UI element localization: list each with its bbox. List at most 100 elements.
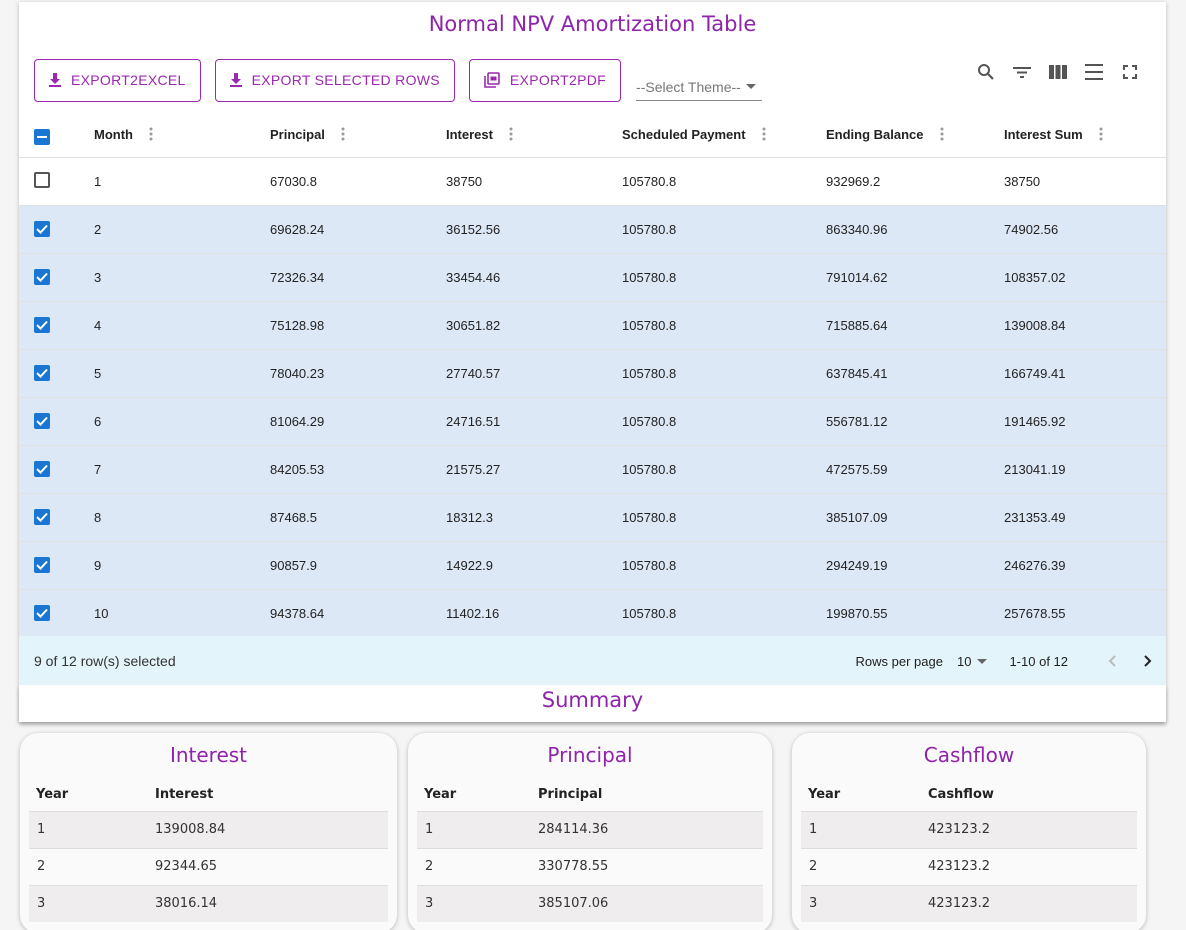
summary-cell: 2: [417, 847, 538, 885]
column-header-ending-balance[interactable]: Ending Balance: [826, 115, 1004, 158]
table-row[interactable]: 9 90857.9 14922.9 105780.8 294249.19 246276.3…: [19, 541, 1166, 590]
row-checkbox-cell[interactable]: [19, 253, 94, 302]
export-pdf-button[interactable]: EXPORT2PDF: [468, 58, 622, 102]
table-cell: 294249.19: [826, 541, 1004, 590]
summary-cell: 3: [801, 884, 928, 922]
row-checkbox-cell[interactable]: [19, 493, 94, 542]
export-excel-button[interactable]: EXPORT2EXCEL: [34, 58, 201, 102]
row-checkbox[interactable]: [34, 171, 50, 188]
table-cell: 36152.56: [446, 205, 622, 254]
row-checkbox-cell[interactable]: [19, 157, 94, 206]
summary-header-row: Year Cashflow: [801, 773, 1137, 811]
summary-cell: 423123.2: [928, 847, 1137, 885]
summary-cell: 3: [417, 884, 538, 922]
row-checkbox[interactable]: [34, 461, 50, 477]
rows-per-page-select[interactable]: 10: [956, 653, 988, 669]
row-checkbox-cell[interactable]: [19, 349, 94, 398]
summary-header-year: Year: [808, 787, 841, 803]
row-checkbox-cell[interactable]: [19, 589, 94, 638]
row-checkbox-cell[interactable]: [19, 445, 94, 494]
table-cell: 863340.96: [826, 205, 1004, 254]
table-cell: 166749.41: [1004, 349, 1166, 398]
select-all-checkbox-cell[interactable]: [19, 115, 94, 158]
density-icon[interactable]: [1076, 60, 1112, 84]
table-row[interactable]: 4 75128.98 30651.82 105780.8 715885.64 139008…: [19, 301, 1166, 350]
column-header-scheduled-payment[interactable]: Scheduled Payment: [622, 115, 826, 158]
column-header-interest[interactable]: Interest: [446, 115, 622, 158]
table-cell: 105780.8: [622, 349, 826, 398]
chevron-left-icon: [1108, 655, 1116, 667]
search-icon[interactable]: [968, 60, 1004, 84]
row-checkbox-cell[interactable]: [19, 301, 94, 350]
row-checkbox[interactable]: [34, 317, 50, 333]
column-header-interest-sum[interactable]: Interest Sum: [1004, 115, 1166, 158]
column-menu-icon[interactable]: [940, 127, 944, 144]
export-excel-label: EXPORT2EXCEL: [71, 72, 186, 88]
table-cell: 556781.12: [826, 397, 1004, 446]
summary-card-title: Interest: [169, 743, 248, 767]
table-row[interactable]: 6 81064.29 24716.51 105780.8 556781.12 191465…: [19, 397, 1166, 446]
column-menu-icon[interactable]: [341, 127, 345, 144]
table-cell: 24716.51: [446, 397, 622, 446]
table-cell: 87468.5: [270, 493, 446, 542]
table-row[interactable]: 8 87468.5 18312.3 105780.8 385107.09 231353.4…: [19, 493, 1166, 542]
row-checkbox[interactable]: [34, 605, 50, 621]
table-cell: 14922.9: [446, 541, 622, 590]
summary-table: Year Principal 1 284114.36 2 330778.55 3 38…: [417, 773, 763, 922]
column-menu-icon[interactable]: [509, 127, 513, 144]
table-row[interactable]: 1 67030.8 38750 105780.8 932969.2 38750: [19, 157, 1166, 206]
theme-select[interactable]: --Select Theme--: [636, 73, 763, 101]
row-checkbox[interactable]: [34, 509, 50, 525]
column-menu-icon[interactable]: [762, 127, 766, 144]
previous-page-button[interactable]: [1094, 655, 1130, 667]
table-cell: 6: [94, 397, 270, 446]
row-checkbox[interactable]: [34, 365, 50, 381]
table-cell: 105780.8: [622, 397, 826, 446]
filter-icon[interactable]: [1004, 60, 1040, 84]
row-checkbox[interactable]: [34, 269, 50, 285]
summary-card-cashflow: Cashflow Year Cashflow 1 423123.2 2 423123…: [792, 733, 1146, 930]
row-checkbox[interactable]: [34, 221, 50, 237]
page-title: Normal NPV Amortization Table: [428, 12, 757, 36]
row-checkbox-cell[interactable]: [19, 397, 94, 446]
next-page-button[interactable]: [1130, 655, 1166, 667]
table-cell: 67030.8: [270, 157, 446, 206]
summary-row: 2 423123.2: [801, 847, 1137, 885]
row-checkbox-cell[interactable]: [19, 541, 94, 590]
summary-cell: 139008.84: [155, 810, 388, 848]
columns-icon[interactable]: [1040, 60, 1076, 84]
table-row[interactable]: 5 78040.23 27740.57 105780.8 637845.41 166749…: [19, 349, 1166, 398]
table-row[interactable]: 3 72326.34 33454.46 105780.8 791014.62 108357…: [19, 253, 1166, 302]
summary-header-value: Principal: [538, 787, 603, 803]
table-cell: 30651.82: [446, 301, 622, 350]
table-cell: 81064.29: [270, 397, 446, 446]
table-row[interactable]: 10 94378.64 11402.16 105780.8 199870.55 25767…: [19, 589, 1166, 638]
column-menu-icon[interactable]: [149, 127, 153, 144]
grid-tool-icons: [968, 60, 1148, 84]
table-cell: 1: [94, 157, 270, 206]
table-cell: 4: [94, 301, 270, 350]
toolbar: EXPORT2EXCEL EXPORT SELECTED ROWS EXPORT…: [34, 58, 763, 102]
selected-count: 9 of 12 row(s) selected: [34, 653, 176, 669]
table-cell: 932969.2: [826, 157, 1004, 206]
select-all-checkbox[interactable]: [34, 129, 50, 146]
fullscreen-icon[interactable]: [1112, 60, 1148, 84]
export-selected-rows-button[interactable]: EXPORT SELECTED ROWS: [214, 58, 455, 102]
row-checkbox[interactable]: [34, 557, 50, 573]
column-menu-icon[interactable]: [1099, 127, 1103, 144]
summary-row: 3 385107.06: [417, 884, 763, 922]
column-header-principal[interactable]: Principal: [270, 115, 446, 158]
column-header-month[interactable]: Month: [94, 115, 270, 158]
pagination: Rows per page 10 1-10 of 12: [856, 654, 1166, 669]
table-cell: 191465.92: [1004, 397, 1166, 446]
summary-row: 3 38016.14: [29, 884, 388, 922]
row-checkbox[interactable]: [34, 413, 50, 429]
table-row[interactable]: 7 84205.53 21575.27 105780.8 472575.59 213041…: [19, 445, 1166, 494]
rows-per-page-label: Rows per page: [855, 653, 943, 669]
table-row[interactable]: 2 69628.24 36152.56 105780.8 863340.96 74902.…: [19, 205, 1166, 254]
table-cell: 72326.34: [270, 253, 446, 302]
row-checkbox-cell[interactable]: [19, 205, 94, 254]
table-cell: 246276.39: [1004, 541, 1166, 590]
rows-per-page-value: 10: [956, 653, 972, 669]
summary-row: 3 423123.2: [801, 884, 1137, 922]
